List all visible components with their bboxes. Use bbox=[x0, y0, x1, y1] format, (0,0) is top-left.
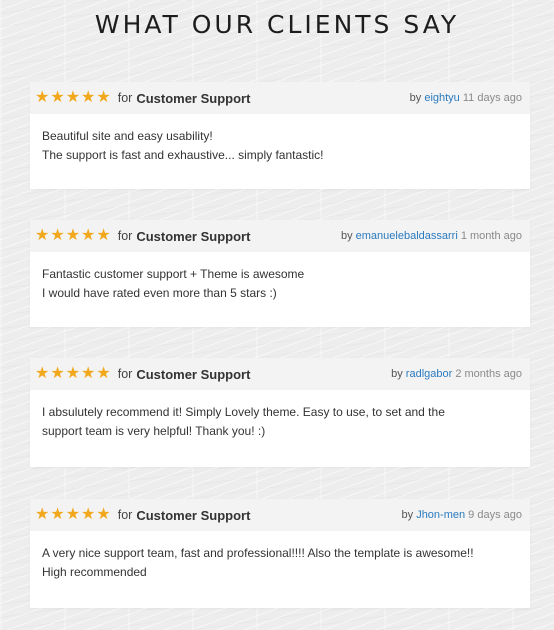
review-age: 11 days ago bbox=[462, 92, 522, 104]
review-line: High recommended bbox=[42, 565, 147, 579]
star-rating: ★ ★ ★ ★ ★ bbox=[35, 90, 112, 106]
review-line: Fantastic customer support + Theme is aw… bbox=[42, 267, 305, 281]
review-line: A very nice support team, fast and profe… bbox=[42, 546, 474, 560]
review-topic: Customer Support bbox=[136, 366, 251, 382]
review-topic: Customer Support bbox=[136, 507, 251, 523]
review-age: 1 month ago bbox=[460, 230, 522, 242]
review-meta: by Jhon-men 9 days ago bbox=[402, 509, 523, 521]
star-icon: ★ bbox=[96, 89, 111, 106]
star-icon: ★ bbox=[81, 89, 96, 106]
star-icon: ★ bbox=[65, 506, 81, 523]
for-label: for bbox=[117, 91, 133, 105]
star-icon: ★ bbox=[35, 365, 50, 382]
review-age: 2 months ago bbox=[455, 368, 522, 380]
review-header-left: ★ ★ ★ ★ ★ for Customer Support bbox=[35, 90, 250, 106]
star-rating: ★ ★ ★ ★ ★ bbox=[35, 366, 112, 382]
star-icon: ★ bbox=[65, 227, 81, 244]
author-link[interactable]: emanuelebaldassarri bbox=[356, 230, 458, 242]
for-label: for bbox=[117, 229, 133, 243]
star-icon: ★ bbox=[96, 365, 111, 382]
review-line: Beautiful site and easy usability! bbox=[42, 129, 213, 143]
review-header-left: ★ ★ ★ ★ ★ for Customer Support bbox=[35, 366, 250, 382]
review-meta: by eightyu 11 days ago bbox=[410, 92, 522, 104]
for-label: for bbox=[117, 508, 133, 522]
review-card: ★ ★ ★ ★ ★ for Customer Support by eighty… bbox=[30, 82, 530, 189]
star-rating: ★ ★ ★ ★ ★ bbox=[35, 228, 112, 244]
by-label: by bbox=[340, 230, 353, 242]
star-icon: ★ bbox=[50, 89, 65, 106]
star-icon: ★ bbox=[81, 506, 96, 523]
star-icon: ★ bbox=[96, 506, 111, 523]
review-card: ★ ★ ★ ★ ★ for Customer Support by emanue… bbox=[30, 220, 530, 327]
star-icon: ★ bbox=[50, 227, 65, 244]
review-header: ★ ★ ★ ★ ★ for Customer Support by Jhon-m… bbox=[30, 499, 530, 531]
review-card: ★ ★ ★ ★ ★ for Customer Support by radlga… bbox=[30, 358, 530, 467]
review-topic: Customer Support bbox=[136, 228, 251, 244]
review-header: ★ ★ ★ ★ ★ for Customer Support by eighty… bbox=[30, 82, 530, 114]
star-icon: ★ bbox=[35, 506, 50, 523]
review-text: I absulutely recommend it! Simply Lovely… bbox=[30, 390, 530, 467]
star-icon: ★ bbox=[35, 227, 50, 244]
review-text: Fantastic customer support + Theme is aw… bbox=[30, 252, 530, 327]
review-text: Beautiful site and easy usability! The s… bbox=[30, 114, 530, 189]
review-header-left: ★ ★ ★ ★ ★ for Customer Support bbox=[35, 507, 250, 523]
star-icon: ★ bbox=[96, 227, 111, 244]
by-label: by bbox=[409, 92, 422, 104]
review-line: The support is fast and exhaustive... si… bbox=[42, 148, 324, 162]
review-age: 9 days ago bbox=[468, 509, 522, 521]
review-meta: by radlgabor 2 months ago bbox=[391, 368, 522, 380]
by-label: by bbox=[391, 368, 403, 380]
for-label: for bbox=[117, 367, 133, 381]
review-text: A very nice support team, fast and profe… bbox=[30, 531, 530, 608]
review-line: support team is very helpful! Thank you!… bbox=[42, 424, 266, 438]
review-header-left: ★ ★ ★ ★ ★ for Customer Support bbox=[35, 228, 250, 244]
review-header: ★ ★ ★ ★ ★ for Customer Support by emanue… bbox=[30, 220, 530, 252]
star-icon: ★ bbox=[65, 89, 81, 106]
star-icon: ★ bbox=[35, 89, 50, 106]
review-line: I absulutely recommend it! Simply Lovely… bbox=[42, 405, 445, 419]
review-line: I would have rated even more than 5 star… bbox=[42, 286, 277, 300]
review-header: ★ ★ ★ ★ ★ for Customer Support by radlga… bbox=[30, 358, 530, 390]
star-icon: ★ bbox=[81, 365, 96, 382]
by-label: by bbox=[401, 509, 414, 521]
author-link[interactable]: radlgabor bbox=[406, 368, 452, 380]
star-icon: ★ bbox=[50, 365, 65, 382]
review-topic: Customer Support bbox=[136, 90, 251, 106]
star-icon: ★ bbox=[81, 227, 96, 244]
review-card: ★ ★ ★ ★ ★ for Customer Support by Jhon-m… bbox=[30, 499, 530, 608]
star-icon: ★ bbox=[50, 506, 65, 523]
review-meta: by emanuelebaldassarri 1 month ago bbox=[341, 230, 522, 242]
author-link[interactable]: Jhon-men bbox=[416, 509, 465, 521]
star-rating: ★ ★ ★ ★ ★ bbox=[35, 507, 112, 523]
star-icon: ★ bbox=[65, 365, 81, 382]
page-title: WHAT OUR CLIENTS SAY bbox=[94, 10, 460, 39]
author-link[interactable]: eightyu bbox=[424, 92, 459, 104]
